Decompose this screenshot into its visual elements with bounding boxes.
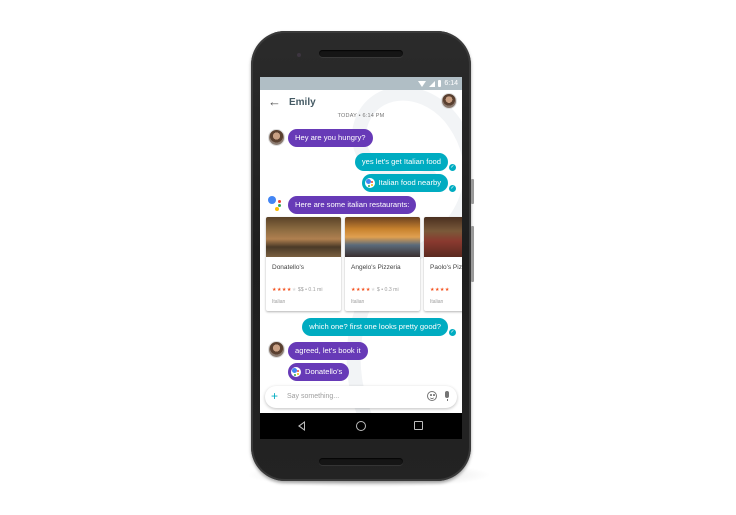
message-bubble[interactable]: Italian food nearby <box>361 174 448 192</box>
arrow-left-icon[interactable]: ← <box>268 95 281 109</box>
delivered-check-icon: ✓ <box>449 185 456 192</box>
restaurant-name: Donatello's <box>272 264 304 271</box>
restaurant-price-distance: $$ • 0.1 mi <box>297 287 323 293</box>
assistant-icon <box>291 367 301 377</box>
message-text: Hey are you hungry? <box>295 133 366 142</box>
message-bubble[interactable]: which one? first one looks pretty good? <box>302 318 448 336</box>
sender-avatar <box>268 129 285 146</box>
delivered-check-icon: ✓ <box>449 164 456 171</box>
star-rating-icon: ★★★★ <box>430 287 450 293</box>
phone-device: 6:14 ← Emily TODAY • 6:14 PM Hey are you… <box>251 31 474 481</box>
nav-home-icon[interactable] <box>356 421 366 431</box>
navigation-bar <box>260 413 462 439</box>
restaurant-carousel[interactable]: Donatello's ★★★★★ $$ • 0.1 mi Italian An… <box>266 217 462 311</box>
wifi-icon <box>418 80 427 87</box>
message-bubble[interactable]: agreed, let's book it <box>288 342 368 360</box>
restaurant-category: Italian <box>430 299 444 305</box>
message-bubble[interactable]: Hey are you hungry? <box>288 129 373 147</box>
conversation-title: Emily <box>289 97 316 108</box>
conversation-timestamp: TODAY • 6:14 PM <box>337 113 385 119</box>
status-bar: 6:14 <box>260 77 462 90</box>
restaurant-card[interactable]: Angelo's Pizzeria ★★★★★ $ • 0.3 mi Itali… <box>345 217 420 311</box>
signal-icon <box>429 80 436 87</box>
message-bubble[interactable]: Here are some italian restaurants: <box>288 196 417 214</box>
battery-icon <box>438 80 442 87</box>
restaurant-category: Italian <box>351 299 365 305</box>
message-text: which one? first one looks pretty good? <box>309 322 441 331</box>
message-bubble[interactable]: Donatello's <box>288 363 350 381</box>
top-speaker <box>319 50 403 57</box>
restaurant-card[interactable]: Paolo's Pizza ★★★★ Italian <box>424 217 462 311</box>
star-rating-icon: ★★★★ <box>351 287 371 293</box>
plus-icon[interactable]: + <box>271 389 278 403</box>
front-camera <box>297 53 301 57</box>
restaurant-photo <box>266 217 341 257</box>
message-bubble[interactable]: yes let's get Italian food <box>354 153 448 171</box>
sender-avatar <box>268 341 285 358</box>
message-text: Here are some italian restaurants: <box>295 200 410 209</box>
assistant-icon <box>364 178 375 188</box>
contact-avatar[interactable] <box>441 93 457 109</box>
restaurant-name: Paolo's Pizza <box>430 264 462 271</box>
volume-button <box>471 226 474 282</box>
restaurant-card[interactable]: Donatello's ★★★★★ $$ • 0.1 mi Italian <box>266 217 341 311</box>
nav-recents-icon[interactable] <box>414 421 423 430</box>
message-input[interactable]: Say something... <box>287 393 339 400</box>
restaurant-price-distance: $ • 0.3 mi <box>376 287 399 293</box>
nav-back-icon[interactable] <box>298 421 305 431</box>
restaurant-photo <box>424 217 462 257</box>
message-text: yes let's get Italian food <box>361 157 441 166</box>
status-time: 6:14 <box>444 80 458 87</box>
emoji-icon[interactable] <box>427 391 437 401</box>
message-text: agreed, let's book it <box>295 346 361 355</box>
power-button <box>471 179 474 204</box>
delivered-check-icon: ✓ <box>449 329 456 336</box>
restaurant-rating: ★★★★★ $ • 0.3 mi <box>351 287 399 293</box>
star-rating-icon: ★★★★ <box>272 287 292 293</box>
restaurant-rating: ★★★★★ $$ • 0.1 mi <box>272 287 323 293</box>
restaurant-category: Italian <box>272 299 286 305</box>
restaurant-rating: ★★★★ <box>430 287 450 293</box>
bottom-speaker <box>319 458 403 465</box>
mic-icon[interactable] <box>445 391 449 401</box>
restaurant-photo <box>345 217 420 257</box>
message-composer: + Say something... <box>265 386 457 408</box>
google-assistant-logo <box>268 195 286 213</box>
phone-screen: 6:14 ← Emily TODAY • 6:14 PM Hey are you… <box>260 77 462 439</box>
restaurant-name: Angelo's Pizzeria <box>351 264 401 271</box>
message-text: Italian food nearby <box>378 178 441 187</box>
message-text: Donatello's <box>305 367 343 376</box>
